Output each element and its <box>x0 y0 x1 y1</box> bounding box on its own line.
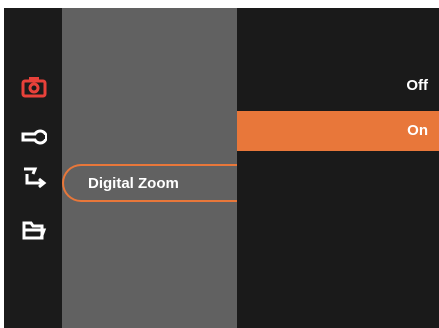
menu-item-label: Digital Zoom <box>88 175 179 192</box>
category-sidebar <box>4 8 62 328</box>
wrench-icon[interactable] <box>21 124 47 148</box>
options-panel <box>237 8 439 328</box>
folder-icon[interactable] <box>21 218 47 242</box>
option-off[interactable]: Off <box>237 66 439 106</box>
menu-item-digital-zoom[interactable]: Digital Zoom <box>62 164 238 202</box>
transfer-icon[interactable] <box>21 166 47 190</box>
camera-icon[interactable] <box>21 74 47 98</box>
camera-menu-screen: Digital Zoom Off On <box>0 0 439 328</box>
option-label: On <box>407 122 428 139</box>
option-on[interactable]: On <box>237 111 439 151</box>
option-label: Off <box>406 77 428 94</box>
